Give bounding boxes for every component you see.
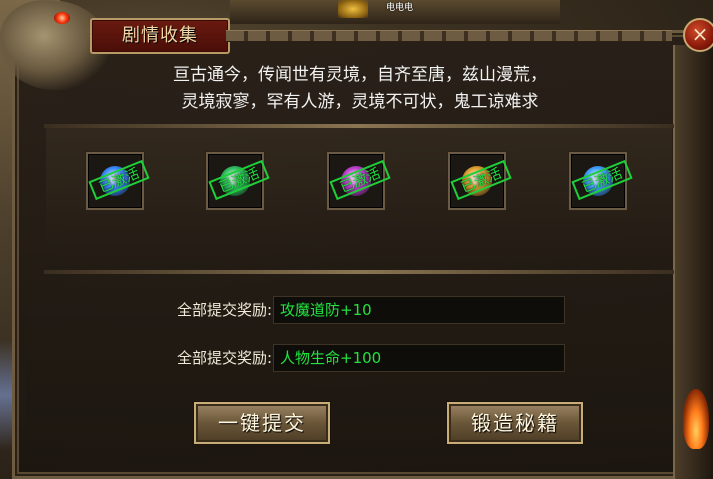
dragon-eye-icon [54, 12, 70, 24]
reward-value-1: 攻魔道防+10 [273, 296, 565, 324]
story-item-slot-1[interactable]: 已激活 [86, 152, 150, 210]
reward-value-2: 人物生命+100 [273, 344, 565, 372]
story-item-slot-5[interactable]: 已激活 [569, 152, 633, 210]
poem-line-2: 灵境寂寥，罕有人游，灵境不可状，鬼工谅难求 [181, 92, 539, 112]
story-item-slot-2[interactable]: 已激活 [206, 152, 270, 210]
npc-name-label: 电电电 [386, 3, 414, 13]
story-item-slot-3[interactable]: 已激活 [327, 152, 391, 210]
story-poem: 亘古通今，传闻世有灵境，自齐至唐，兹山漫荒， 灵境寂寥，罕有人游，灵境不可状，鬼… [60, 62, 660, 116]
game-scene: 电电电 剧情收集 × 亘古通今，传闻世有灵境，自齐至唐，兹山漫荒， 灵境寂寥，罕… [0, 0, 713, 479]
reward-label-2: 全部提交奖励: [176, 349, 272, 367]
reward-label-1: 全部提交奖励: [176, 301, 272, 319]
forge-secret-button[interactable]: 锻造秘籍 [447, 402, 583, 444]
dialog-title: 剧情收集 [122, 25, 198, 46]
title-plate: 剧情收集 [90, 18, 230, 54]
npc-sprite[interactable] [338, 0, 368, 18]
story-item-slot-4[interactable]: 已激活 [448, 152, 512, 210]
divider-middle [44, 270, 674, 274]
poem-line-1: 亘古通今，传闻世有灵境，自齐至唐，兹山漫荒， [173, 65, 547, 85]
torch-flame-icon [683, 389, 709, 449]
title-rail [226, 30, 672, 42]
close-button[interactable]: × [683, 18, 713, 52]
submit-all-button[interactable]: 一键提交 [194, 402, 330, 444]
